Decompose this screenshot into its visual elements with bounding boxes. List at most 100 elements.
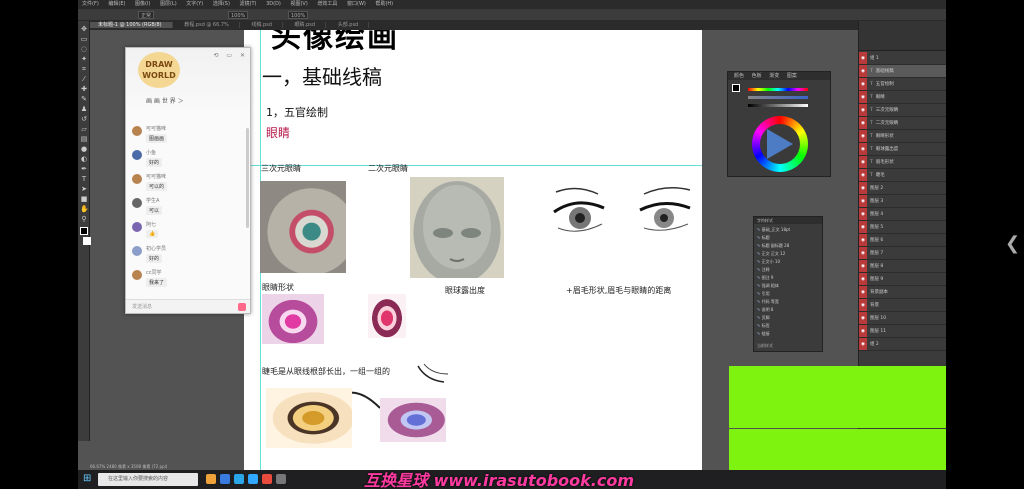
menu-filter[interactable]: 滤镜(T): [236, 1, 261, 7]
tab-doc-3[interactable]: 线稿.psd: [241, 22, 283, 28]
layer-row[interactable]: ◉ 图层 10: [859, 312, 946, 325]
lasso-tool-icon[interactable]: ◌: [80, 45, 88, 53]
photoshop-icon[interactable]: [248, 474, 258, 484]
style-row[interactable]: 引用: [757, 291, 819, 297]
eye-icon[interactable]: ◉: [859, 286, 867, 298]
eye-icon[interactable]: ◉: [859, 312, 867, 324]
tab-patterns[interactable]: 图案: [784, 73, 800, 79]
style-row[interactable]: 强调 粗体: [757, 283, 819, 289]
tab-color[interactable]: 颜色: [731, 73, 747, 79]
menu-file[interactable]: 文件(F): [78, 1, 103, 7]
taskbar-search-input[interactable]: 在这里输入你要搜索的内容: [98, 473, 198, 486]
fg-swatch[interactable]: [732, 84, 740, 92]
chat-input-bar[interactable]: 发送消息: [126, 299, 250, 313]
eye-icon[interactable]: ◉: [859, 208, 867, 220]
eye-icon[interactable]: ◉: [859, 130, 867, 142]
blur-tool-icon[interactable]: ●: [80, 145, 88, 153]
style-row[interactable]: 代码 等宽: [757, 299, 819, 305]
avatar[interactable]: [132, 270, 142, 280]
tab-doc-5[interactable]: 头部.psd: [327, 22, 370, 28]
layer-row[interactable]: ◉ 背景副本: [859, 286, 946, 299]
eraser-tool-icon[interactable]: ▱: [80, 125, 88, 133]
menu-type[interactable]: 文字(Y): [182, 1, 207, 7]
pen-tool-icon[interactable]: ✒: [80, 165, 88, 173]
style-row[interactable]: 说明 8: [757, 307, 819, 313]
style-row[interactable]: 注释: [757, 267, 819, 273]
chevron-left-icon[interactable]: ❮: [1005, 233, 1020, 254]
layer-row[interactable]: ◉ T 睫毛: [859, 169, 946, 182]
eye-icon[interactable]: ◉: [859, 78, 867, 90]
eye-icon[interactable]: ◉: [859, 182, 867, 194]
eyedropper-tool-icon[interactable]: ⁄: [80, 75, 88, 83]
eye-icon[interactable]: ◉: [859, 117, 867, 129]
style-row[interactable]: 正文 正文 12: [757, 251, 819, 257]
style-row[interactable]: 链接: [757, 331, 819, 337]
move-tool-icon[interactable]: ✥: [80, 25, 88, 33]
style-row[interactable]: 页脚: [757, 315, 819, 321]
menu-view[interactable]: 视图(V): [286, 1, 311, 7]
avatar[interactable]: [132, 126, 142, 136]
healing-tool-icon[interactable]: ✚: [80, 85, 88, 93]
avatar[interactable]: [132, 222, 142, 232]
app-icon-6[interactable]: [276, 474, 286, 484]
layer-row[interactable]: ◉ T 基础线稿: [859, 65, 946, 78]
style-row[interactable]: 标题 副标题 28: [757, 243, 819, 249]
eye-icon[interactable]: ◉: [859, 299, 867, 311]
eye-icon[interactable]: ◉: [859, 338, 867, 350]
dodge-tool-icon[interactable]: ◐: [80, 155, 88, 163]
layer-row[interactable]: ◉ 图层 11: [859, 325, 946, 338]
send-icon[interactable]: [238, 303, 246, 311]
document-canvas[interactable]: 头像绘画 一，基础线稿 1，五官绘制 眼睛 三次元眼睛 二次元眼睛 眼睛形状 眼…: [244, 30, 702, 470]
eye-icon[interactable]: ◉: [859, 52, 867, 64]
layer-row[interactable]: ◉ T 眼睛: [859, 91, 946, 104]
menu-help[interactable]: 帮助(H): [371, 1, 397, 7]
windows-start-icon[interactable]: ⊞: [83, 474, 93, 484]
tab-doc-4[interactable]: 眼睛.psd: [284, 22, 327, 28]
eye-icon[interactable]: ◉: [859, 91, 867, 103]
layer-row[interactable]: ◉ 组 2: [859, 338, 946, 351]
layer-row[interactable]: ◉ T 三次元眼睛: [859, 104, 946, 117]
marquee-tool-icon[interactable]: ▭: [80, 35, 88, 43]
history-brush-tool-icon[interactable]: ↺: [80, 115, 88, 123]
layer-row[interactable]: ◉ 图层 4: [859, 208, 946, 221]
eye-icon[interactable]: ◉: [859, 143, 867, 155]
color-triangle[interactable]: [767, 129, 793, 159]
app-icon-3[interactable]: [234, 474, 244, 484]
foreground-color-swatch[interactable]: [80, 227, 88, 235]
avatar[interactable]: [132, 198, 142, 208]
flow-field[interactable]: 100%: [288, 11, 309, 19]
menu-edit[interactable]: 编辑(E): [104, 1, 129, 7]
hue-slider[interactable]: [748, 88, 808, 91]
magic-wand-tool-icon[interactable]: ✦: [80, 55, 88, 63]
eye-icon[interactable]: ◉: [859, 65, 867, 77]
menu-3d[interactable]: 3D(D): [262, 1, 285, 7]
tab-swatches[interactable]: 色板: [749, 73, 765, 79]
shape-tool-icon[interactable]: ■: [80, 195, 88, 203]
layer-row[interactable]: ◉ T 五官绘制: [859, 78, 946, 91]
eye-icon[interactable]: ◉: [859, 273, 867, 285]
layer-row[interactable]: ◉ 图层 5: [859, 221, 946, 234]
background-color-swatch[interactable]: [83, 237, 91, 245]
saturation-slider[interactable]: [748, 96, 808, 99]
menu-window[interactable]: 窗口(W): [343, 1, 370, 7]
eye-icon[interactable]: ◉: [859, 234, 867, 246]
avatar[interactable]: [132, 246, 142, 256]
menu-plugins[interactable]: 增效工具: [313, 1, 341, 7]
eye-icon[interactable]: ◉: [859, 247, 867, 259]
eye-icon[interactable]: ◉: [859, 104, 867, 116]
eye-icon[interactable]: ◉: [859, 195, 867, 207]
avatar[interactable]: [132, 174, 142, 184]
menu-image[interactable]: 图像(I): [131, 1, 154, 7]
opacity-field[interactable]: 100%: [228, 11, 249, 19]
style-row[interactable]: 标题: [757, 235, 819, 241]
menu-layer[interactable]: 图层(L): [156, 1, 181, 7]
type-tool-icon[interactable]: T: [80, 175, 88, 183]
app-icon-5[interactable]: [262, 474, 272, 484]
layer-row[interactable]: ◉ T 二次元眼睛: [859, 117, 946, 130]
tab-gradients[interactable]: 渐变: [766, 73, 782, 79]
layer-row[interactable]: ◉ 图层 3: [859, 195, 946, 208]
menu-select[interactable]: 选择(S): [209, 1, 234, 7]
tab-doc-1[interactable]: 未标题-1 @ 100% (RGB/8): [88, 22, 173, 28]
layer-row[interactable]: ◉ 组 1: [859, 52, 946, 65]
layer-row[interactable]: ◉ T 眼球露出度: [859, 143, 946, 156]
